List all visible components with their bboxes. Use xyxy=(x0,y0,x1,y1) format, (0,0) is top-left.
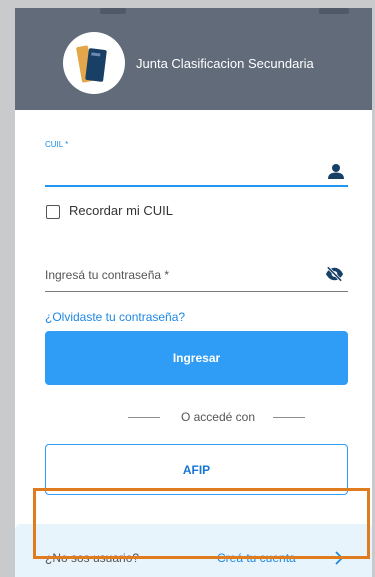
remember-cuil-checkbox[interactable] xyxy=(46,205,60,219)
divider-line xyxy=(273,417,305,418)
cuil-underline xyxy=(45,185,348,187)
arrow-right-icon xyxy=(326,551,344,565)
divider-text: O accedé con xyxy=(180,410,256,424)
status-bar-mark xyxy=(100,8,126,14)
remember-cuil-label: Recordar mi CUIL xyxy=(69,203,174,218)
not-user-text: ¿No sos usuario? xyxy=(45,551,140,565)
remember-cuil-option[interactable]: Recordar mi CUIL xyxy=(46,203,206,223)
cuil-label: CUIL * xyxy=(45,140,69,149)
password-input[interactable] xyxy=(45,262,310,288)
book-shape xyxy=(85,48,107,82)
login-button[interactable]: Ingresar xyxy=(45,331,348,385)
create-account-label: Creá tu cuenta xyxy=(217,551,296,565)
cuil-field: CUIL * xyxy=(45,140,348,192)
afip-login-button[interactable]: AFIP xyxy=(45,444,348,495)
header: Junta Clasificacion Secundaria xyxy=(15,8,372,110)
person-icon xyxy=(328,164,344,179)
phone-screen: Junta Clasificacion Secundaria CUIL * Re… xyxy=(0,0,375,577)
visibility-off-icon[interactable] xyxy=(324,265,345,283)
divider-line xyxy=(128,417,160,418)
login-card: Junta Clasificacion Secundaria CUIL * Re… xyxy=(15,8,372,577)
alternate-login-divider: O accedé con xyxy=(45,410,348,426)
cuil-input[interactable] xyxy=(45,156,325,182)
forgot-password-link[interactable]: ¿Olvidaste tu contraseña? xyxy=(45,310,185,324)
signup-footer: ¿No sos usuario? Creá tu cuenta xyxy=(15,524,372,577)
password-field xyxy=(45,262,348,300)
books-logo-icon xyxy=(63,32,125,94)
password-underline xyxy=(45,291,348,292)
status-bar-mark xyxy=(319,8,349,14)
page-title: Junta Clasificacion Secundaria xyxy=(136,56,314,71)
